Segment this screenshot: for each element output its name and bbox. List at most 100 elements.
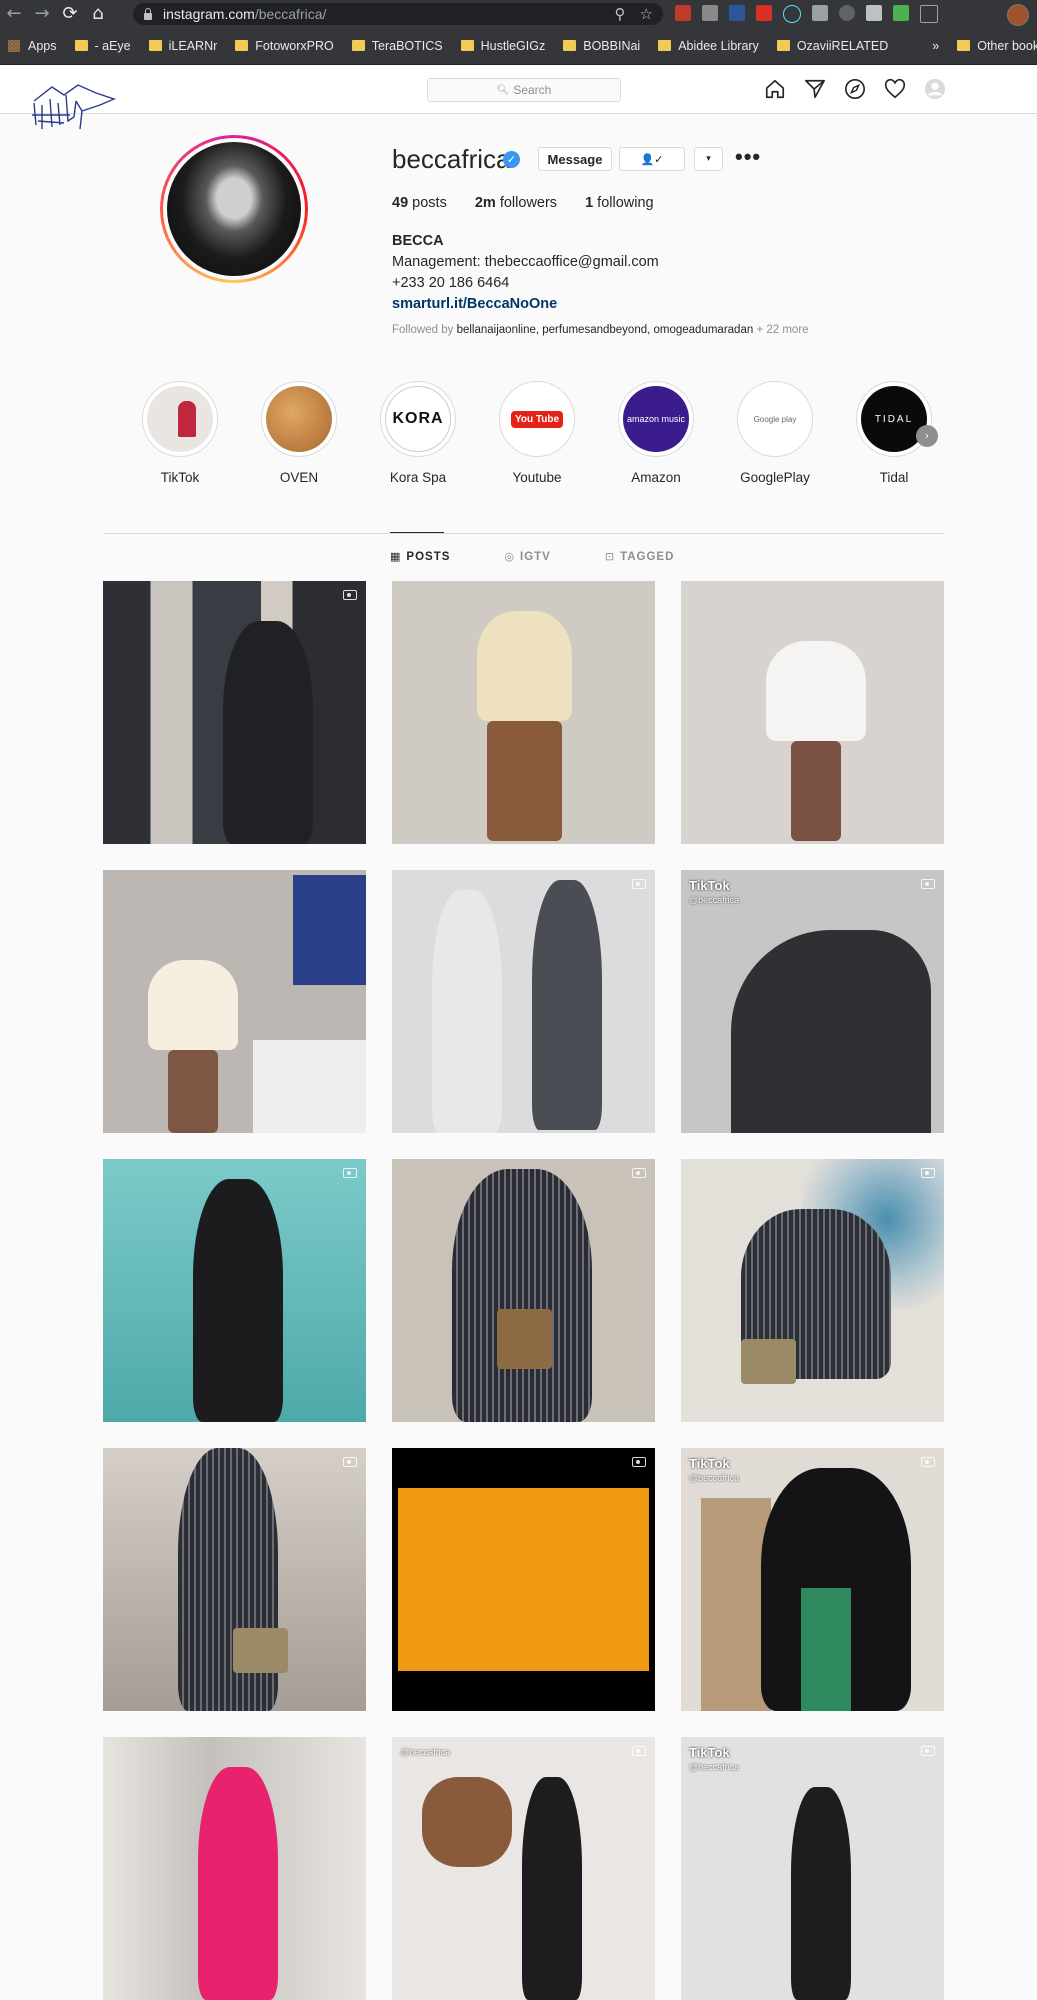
bio-management: Management: thebeccaoffice@gmail.com [392,254,659,270]
highlight-googleplay[interactable]: Google play GooglePlay [735,381,815,485]
following-button[interactable]: 👤✓ [619,147,685,171]
home-icon[interactable] [764,78,786,100]
highlight-oven[interactable]: OVEN [259,381,339,485]
profile-avatar-icon[interactable] [924,78,946,100]
colorful-extension-icon[interactable] [893,5,909,21]
tiktok-watermark: TikTok @beccafrica [689,878,740,905]
folder-icon [658,39,672,51]
post-tile[interactable]: TikTok @beccafrica [681,1737,944,2000]
highlight-tiktok[interactable]: TikTok [140,381,220,485]
activity-heart-icon[interactable] [884,78,906,100]
post-tile[interactable] [103,1737,366,2000]
video-icon [921,1746,935,1756]
bookmark-folder[interactable]: Abidee Library [658,39,759,53]
post-tile[interactable] [103,581,366,844]
video-icon [343,1457,357,1467]
vue-extension-icon[interactable] [812,5,828,21]
post-tile[interactable] [103,1159,366,1422]
highlight-amazon[interactable]: amazon music Amazon [616,381,696,485]
address-bar[interactable]: instagram.com/beccafrica/ ⚲ ☆ [133,3,663,25]
grid-icon: ▦ [390,550,402,563]
story-highlights: TikTok OVEN KORA Kora Spa You Tube Youtu… [140,381,940,491]
acrobat-extension-icon[interactable] [756,5,772,21]
pdf-extension-icon[interactable] [675,5,691,21]
tabs-divider [103,533,944,534]
tab-igtv[interactable]: ◎ IGTV [504,550,550,563]
post-tile[interactable] [392,1448,655,1711]
back-icon[interactable]: ← [0,0,28,28]
active-tab-indicator [390,532,444,533]
media-control-icon[interactable] [920,5,938,23]
more-options-icon[interactable]: ••• [735,146,761,168]
highlight-kora-spa[interactable]: KORA Kora Spa [378,381,458,485]
extension-icon[interactable] [702,5,718,21]
bookmark-folder[interactable]: - aEye [74,39,131,53]
bookmark-folder[interactable]: TeraBOTICS [351,39,443,53]
highlight-youtube[interactable]: You Tube Youtube [497,381,577,485]
post-tile[interactable] [681,1159,944,1422]
word-extension-icon[interactable] [729,5,745,21]
post-tile[interactable]: TikTok @beccafrica [681,1448,944,1711]
tab-posts[interactable]: ▦ POSTS [390,550,450,563]
browser-profile-avatar[interactable] [1007,4,1029,26]
tab-tagged[interactable]: ⊡ TAGGED [605,550,675,563]
bookmark-star-icon[interactable]: ☆ [640,5,653,23]
forward-icon[interactable]: → [28,0,56,28]
bookmark-folder[interactable]: OzaviiRELATED [776,39,888,53]
video-icon [921,879,935,889]
message-button[interactable]: Message [538,147,612,171]
bookmarks-bar: Apps - aEye iLEARNr FotoworxPRO TeraBOTI… [0,28,1037,65]
post-tile[interactable] [681,581,944,844]
bio-phone: +233 20 186 6464 [392,275,510,291]
video-icon [632,1168,646,1178]
bookmark-folder[interactable]: BOBBINai [563,39,640,53]
post-tile[interactable] [392,581,655,844]
profile-avatar[interactable] [160,135,308,283]
post-tile[interactable] [392,1159,655,1422]
tiktok-watermark: @beccafrica [400,1747,451,1757]
video-icon [632,1746,646,1756]
post-tile[interactable] [392,870,655,1133]
post-tile[interactable]: @beccafrica [392,1737,655,2000]
folder-icon [74,39,88,51]
search-input[interactable]: 🔍︎ Search [427,78,621,102]
bookmark-apps[interactable]: Apps [0,39,57,53]
full-name: BECCA [392,233,444,249]
bookmark-folder[interactable]: iLEARNr [148,39,217,53]
highlights-next-arrow-icon[interactable]: › [916,425,938,447]
other-bookmarks[interactable]: Other bookmarks [957,39,1037,53]
folder-icon [563,39,577,51]
profile-username: beccafrica [392,144,511,174]
folder-icon [957,39,971,51]
followers-count[interactable]: 2m followers [475,195,557,211]
url-text: instagram.com/beccafrica/ [163,6,327,22]
react-extension-icon[interactable] [783,5,801,23]
post-tile[interactable]: TikTok @beccafrica [681,870,944,1133]
zoom-icon[interactable]: ⚲ [615,5,626,23]
post-tile[interactable] [103,870,366,1133]
tagged-icon: ⊡ [604,550,616,563]
profile-bio: BECCA Management: thebeccaoffice@gmail.c… [392,231,659,315]
suggestions-dropdown-button[interactable]: ▾ [694,147,723,171]
igtv-icon: ◎ [504,550,515,563]
instagram-logo-icon[interactable] [30,81,116,133]
folder-icon [235,39,249,51]
explore-icon[interactable] [844,78,866,100]
bookmark-folder[interactable]: HustleGIGz [460,39,545,53]
record-extension-icon[interactable] [839,5,855,21]
bio-link[interactable]: smarturl.it/BeccaNoOne [392,294,659,315]
direct-message-icon[interactable] [804,78,826,100]
bookmark-folder[interactable]: FotoworxPRO [235,39,334,53]
reload-icon[interactable]: ⟳ [56,0,84,28]
print-extension-icon[interactable] [866,5,882,21]
post-tile[interactable] [103,1448,366,1711]
video-icon [921,1457,935,1467]
profile-photo [167,142,301,276]
home-icon[interactable]: ⌂ [84,0,112,28]
instagram-header: 🔍︎ Search [0,65,1037,130]
followed-by[interactable]: Followed by bellanaijaonline, perfumesan… [392,324,809,336]
verified-badge-icon: ✓ [503,151,520,168]
bookmarks-overflow-button[interactable]: » [932,39,939,53]
following-count[interactable]: 1 following [585,195,654,211]
tiktok-watermark: TikTok @beccafrica [689,1456,740,1483]
